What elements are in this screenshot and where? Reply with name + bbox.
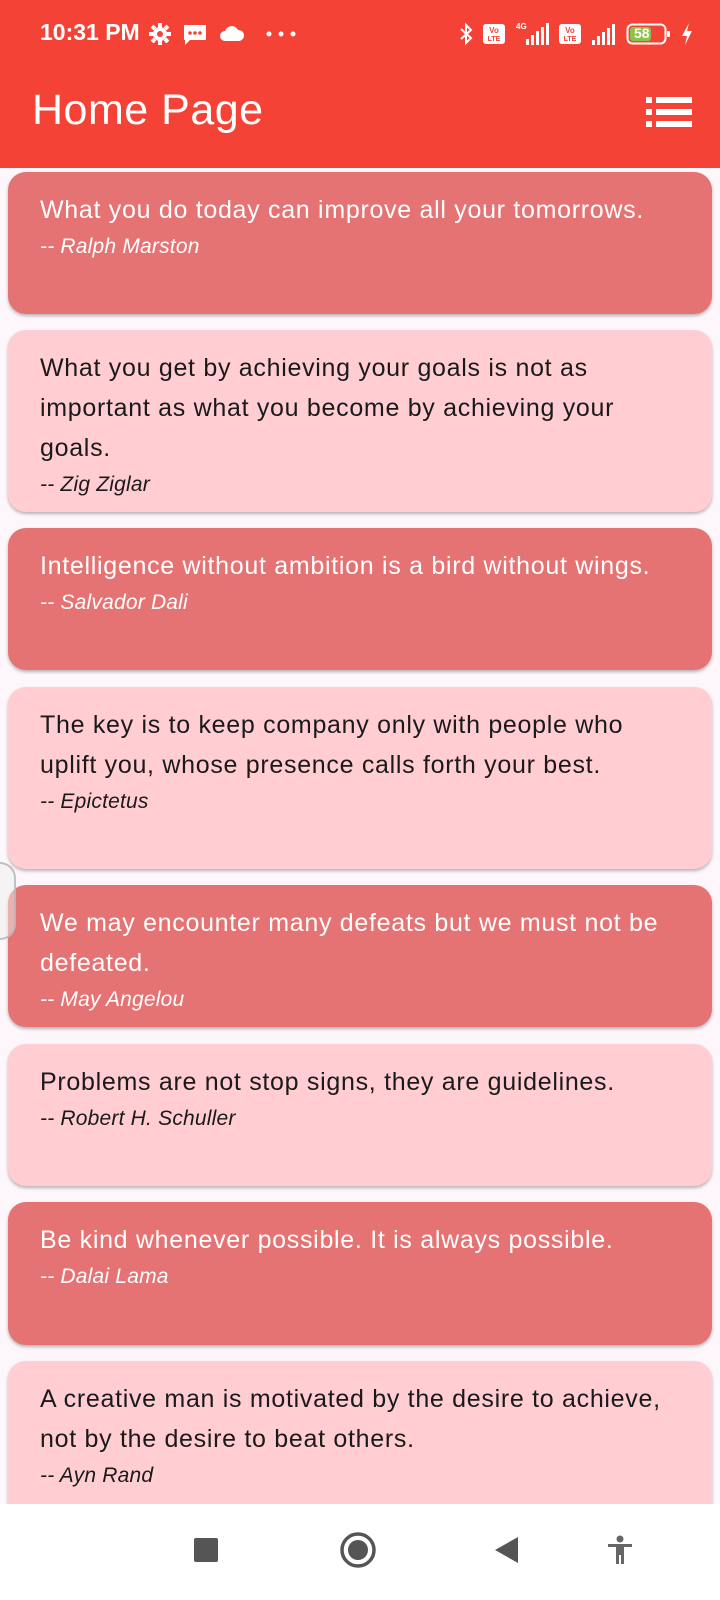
signal-icon: [590, 22, 618, 46]
quote-text: Intelligence without ambition is a bird …: [40, 552, 651, 580]
edge-swipe-handle[interactable]: [0, 862, 16, 940]
list-menu-icon: [644, 97, 694, 134]
quote-author: -- Salvador Dali: [40, 591, 188, 614]
quote-text: Problems are not stop signs, they are gu…: [40, 1068, 615, 1096]
settings-icon: [148, 22, 172, 46]
quote-text: What you get by achieving your goals is …: [40, 354, 615, 462]
battery-level: 58: [634, 25, 650, 41]
page-title: Home Page: [32, 86, 264, 134]
volte-icon: Vo LTE: [558, 23, 582, 45]
status-bar: 10:31 PM Vo LTE 4G Vo LTE 58: [0, 0, 720, 68]
quote-author: -- Ralph Marston: [40, 235, 200, 258]
quote-author: -- Zig Ziglar: [40, 473, 150, 496]
status-icons-right: Vo LTE 4G Vo LTE 58: [458, 20, 694, 48]
quote-card[interactable]: Problems are not stop signs, they are gu…: [8, 1044, 712, 1186]
recents-square-icon: [193, 1537, 219, 1568]
quote-card[interactable]: Intelligence without ambition is a bird …: [8, 528, 712, 670]
volte-icon: Vo LTE: [482, 23, 506, 45]
quote-card[interactable]: What you do today can improve all your t…: [8, 172, 712, 314]
back-button[interactable]: [484, 1530, 528, 1574]
status-icons-left: [148, 20, 298, 48]
message-icon: [182, 22, 208, 46]
recents-button[interactable]: [184, 1530, 228, 1574]
quote-card[interactable]: The key is to keep company only with peo…: [8, 687, 712, 869]
system-nav-bar: [0, 1504, 720, 1600]
status-time: 10:31 PM: [40, 19, 140, 45]
home-circle-icon: [338, 1530, 378, 1575]
quote-author: -- Epictetus: [40, 790, 149, 813]
quote-text: We may encounter many defeats but we mus…: [40, 909, 659, 977]
app-bar: Home Page: [0, 68, 720, 168]
quote-author: -- May Angelou: [40, 988, 185, 1011]
accessibility-icon: [605, 1534, 635, 1571]
quote-author: -- Ayn Rand: [40, 1464, 154, 1487]
quote-text: The key is to keep company only with peo…: [40, 711, 624, 779]
accessibility-button[interactable]: [598, 1530, 642, 1574]
quote-card[interactable]: Be kind whenever possible. It is always …: [8, 1202, 712, 1345]
quote-card[interactable]: What you get by achieving your goals is …: [8, 330, 712, 512]
quote-text: Be kind whenever possible. It is always …: [40, 1226, 614, 1254]
home-button[interactable]: [336, 1530, 380, 1574]
quote-card[interactable]: We may encounter many defeats but we mus…: [8, 885, 712, 1027]
quote-list[interactable]: What you do today can improve all your t…: [0, 168, 720, 1504]
quote-text: What you do today can improve all your t…: [40, 196, 644, 224]
more-dots-icon: [256, 29, 298, 39]
svg-text:LTE: LTE: [564, 36, 577, 43]
list-menu-button[interactable]: [644, 94, 694, 130]
battery-icon: 58: [626, 22, 672, 46]
svg-text:Vo: Vo: [565, 26, 575, 35]
quote-card[interactable]: A creative man is motivated by the desir…: [8, 1361, 712, 1504]
bluetooth-icon: [458, 22, 474, 46]
svg-text:LTE: LTE: [488, 36, 501, 43]
quote-author: -- Dalai Lama: [40, 1265, 169, 1288]
quote-author: -- Robert H. Schuller: [40, 1107, 236, 1130]
svg-text:4G: 4G: [516, 22, 527, 31]
cloud-icon: [218, 23, 246, 45]
svg-text:Vo: Vo: [489, 26, 499, 35]
quote-text: A creative man is motivated by the desir…: [40, 1385, 661, 1453]
charging-icon: [680, 22, 694, 46]
signal-4g-icon: 4G: [514, 21, 550, 47]
back-triangle-icon: [492, 1535, 520, 1570]
